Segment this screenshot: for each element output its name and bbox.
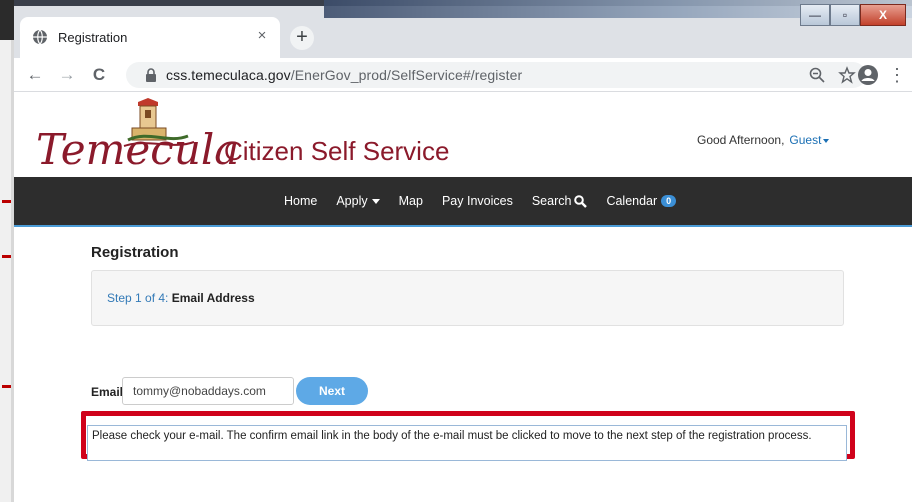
star-icon[interactable] [838,66,856,84]
web-page: Temecula Citizen Self Service Good After… [14,92,912,502]
nav-search[interactable]: Search [532,194,588,208]
maximize-button[interactable]: ▫ [830,4,860,26]
reload-icon[interactable]: C [88,64,110,86]
greeting: Good Afternoon, Guest [697,133,830,147]
chevron-down-icon [823,138,830,143]
minimize-button[interactable]: — [800,4,830,26]
temecula-logo[interactable]: Temecula Citizen Self Service [32,98,492,178]
forward-arrow-icon[interactable]: → [56,64,78,86]
nav-home[interactable]: Home [284,194,317,208]
page-title: Registration [91,244,179,261]
background-window-edge [0,0,14,502]
address-bar[interactable]: css.temeculaca.gov/EnerGov_prod/SelfServ… [126,62,866,88]
step-indicator: Step 1 of 4: Email Address [91,270,844,326]
nav-items: Home Apply Map Pay Invoices Search Calen… [284,177,695,225]
zoom-icon[interactable] [808,66,826,84]
close-tab-icon[interactable]: × [252,26,272,46]
menu-icon[interactable]: ⋮ [888,64,906,86]
chevron-down-icon [371,198,380,204]
profile-icon[interactable] [857,64,879,86]
search-icon [574,194,588,208]
guest-menu[interactable]: Guest [789,133,830,147]
svg-text:Temecula: Temecula [36,125,239,174]
new-tab-button[interactable]: + [290,26,314,50]
main-navbar: Home Apply Map Pay Invoices Search Calen… [14,177,912,227]
browser-tab[interactable]: Registration × [20,17,280,58]
confirmation-message: Please check your e-mail. The confirm em… [87,425,847,461]
screen: Registration × + — ▫ X ← → C css.temecul… [0,0,912,502]
close-window-button[interactable]: X [860,4,906,26]
nav-pay-invoices[interactable]: Pay Invoices [442,194,513,208]
svg-text:Citizen Self Service: Citizen Self Service [224,136,449,166]
step-name: Email Address [171,291,255,305]
globe-icon [33,29,47,45]
back-arrow-icon[interactable]: ← [24,64,46,86]
next-button[interactable]: Next [296,377,368,405]
window-controls: — ▫ X [800,4,906,26]
tab-title: Registration [58,30,128,45]
tab-strip: Registration × + — ▫ X [14,0,912,58]
url-text[interactable]: css.temeculaca.gov/EnerGov_prod/SelfServ… [166,67,522,83]
browser-chrome: Registration × + — ▫ X ← → C css.temecul… [14,0,912,92]
nav-map[interactable]: Map [399,194,423,208]
nav-calendar[interactable]: Calendar 0 [606,194,677,208]
step-number: Step 1 of 4: [107,291,169,305]
browser-toolbar: ← → C css.temeculaca.gov/EnerGov_prod/Se… [14,58,912,92]
nav-apply[interactable]: Apply [336,194,380,208]
email-label: Email [91,385,124,399]
lock-icon [146,68,156,82]
email-field[interactable] [122,377,294,405]
calendar-count-badge: 0 [661,195,677,207]
